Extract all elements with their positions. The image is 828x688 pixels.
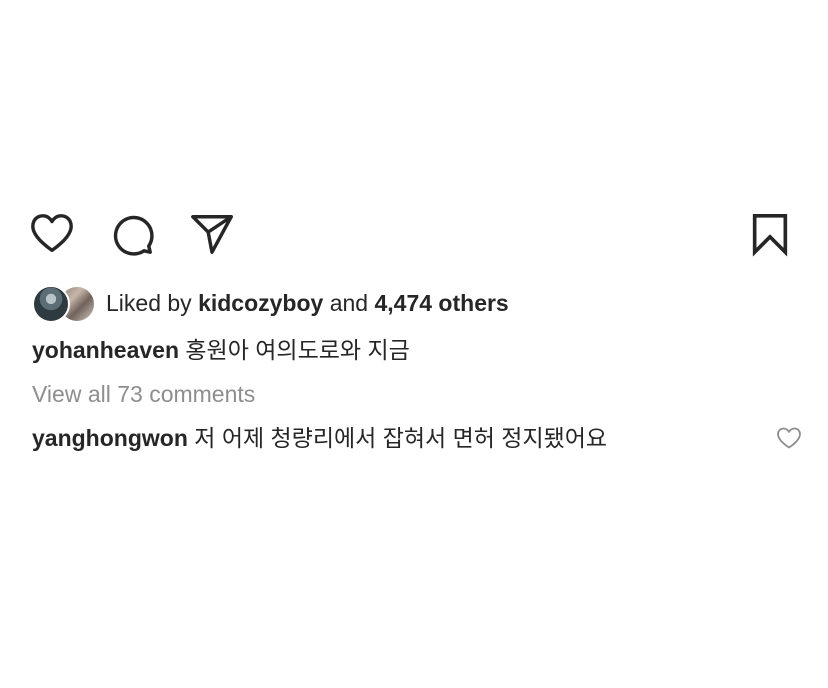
liker-avatars [32,285,96,323]
comment-button[interactable] [106,208,158,260]
post-action-bar [0,208,828,264]
bookmark-icon [752,213,788,257]
likes-and-label: and [329,290,369,316]
comment-like-button[interactable] [776,426,802,450]
avatar[interactable] [32,285,70,323]
paper-plane-icon [191,215,233,254]
comment-icon [113,215,154,256]
comment-row: yanghongwon 저 어제 청량리에서 잡혀서 면허 정지됐어요 [32,421,802,455]
liker-username[interactable]: kidcozyboy [198,290,323,316]
caption-username[interactable]: yohanheaven [32,337,179,363]
heart-icon [777,427,801,449]
heart-icon [31,214,73,253]
comment-text-block: yanghongwon 저 어제 청량리에서 잡혀서 면허 정지됐어요 [32,421,607,455]
like-button[interactable] [26,208,78,260]
save-button[interactable] [744,208,796,260]
post-caption: yohanheaven 홍원아 여의도로와 지금 [32,333,410,367]
share-button[interactable] [186,208,238,260]
likes-text: Liked by kidcozyboy and 4,474 others [106,284,509,322]
likes-summary: Liked by kidcozyboy and 4,474 others [32,284,509,323]
comment-text: 저 어제 청량리에서 잡혀서 면허 정지됐어요 [194,425,608,451]
comment-username[interactable]: yanghongwon [32,425,188,451]
caption-text: 홍원아 여의도로와 지금 [185,337,410,363]
view-all-comments-link[interactable]: View all 73 comments [32,377,255,411]
liked-by-label: Liked by [106,290,192,316]
likes-others-link[interactable]: 4,474 others [374,290,508,316]
